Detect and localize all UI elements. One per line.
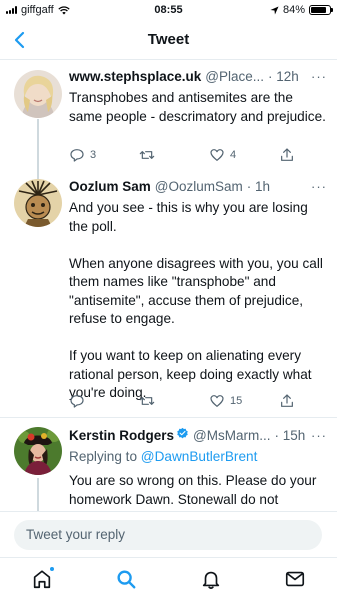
wifi-icon [57,5,70,14]
display-name[interactable]: Oozlum Sam [69,179,151,194]
tweet[interactable]: Oozlum Sam @OozlumSam · 1h ··· And you s… [0,169,337,417]
replying-prefix: Replying to [69,449,138,464]
battery-percent: 84% [282,4,305,16]
tweet-paragraph: When anyone disagrees with you, you call… [69,255,323,327]
status-bar: giffgaff 08:55 84% [0,0,337,20]
reply-button[interactable] [69,393,129,409]
tab-messages[interactable] [284,568,306,590]
retweet-button[interactable] [139,393,199,409]
carrier-label: giffgaff [21,4,54,16]
nav-bar: Tweet [0,20,337,60]
reply-composer: Tweet your reply [0,511,337,557]
timestamp: · 1h [246,179,271,194]
location-arrow-icon [270,5,279,15]
clock: 08:55 [154,4,183,16]
like-button[interactable]: 15 [209,393,269,409]
avatar[interactable] [14,179,62,227]
retweet-button[interactable] [139,147,199,163]
mention-link[interactable]: @DawnButlerBrent [141,449,258,464]
tab-bar [0,557,337,600]
more-options-icon[interactable]: ··· [307,179,327,194]
timestamp: · 15h [274,428,306,443]
page-title: Tweet [147,31,190,48]
tweet-paragraph: You are so wrong on this. Please do your… [69,473,317,511]
tweet-paragraph: Transphobes and antisemites are the same… [69,90,326,124]
reply-input[interactable]: Tweet your reply [14,520,322,550]
reply-count: 3 [90,149,97,161]
tab-home[interactable] [31,566,56,590]
user-handle[interactable]: @MsMarm... [193,428,270,443]
tab-search[interactable] [115,568,137,590]
share-icon [281,148,293,161]
retweet-icon [139,397,155,405]
share-button[interactable] [279,147,297,163]
notification-dot [49,566,56,572]
search-icon [117,570,136,589]
display-name[interactable]: www.stephsplace.uk [69,69,201,84]
replying-to: Replying to @DawnButlerBrent [69,448,327,466]
thread-line [37,169,39,179]
timestamp: · 12h [268,69,299,84]
avatar[interactable] [14,70,62,118]
bell-icon [202,571,219,589]
share-button[interactable] [279,393,297,409]
battery-icon [309,5,333,15]
tab-notifications[interactable] [200,568,222,590]
heart-icon [210,149,224,161]
like-count: 4 [230,149,237,161]
user-handle[interactable]: @Place... [205,69,264,84]
mail-icon [285,571,304,587]
more-options-icon[interactable]: ··· [307,428,327,443]
tweet[interactable]: www.stephsplace.uk @Place... · 12h ··· T… [0,61,337,169]
heart-icon [210,395,224,407]
user-handle[interactable]: @OozlumSam [155,179,243,194]
retweet-icon [139,151,155,159]
tweet-text: You are so wrong on this. Please do your… [69,472,327,511]
tweet[interactable]: Kerstin Rodgers @MsMarm... · 15h ··· Rep… [0,418,337,511]
thread-line [37,478,39,511]
display-name[interactable]: Kerstin Rodgers [69,428,174,443]
tweet-text: Transphobes and antisemites are the same… [69,89,327,126]
like-count: 15 [230,395,243,407]
share-icon [281,394,293,407]
back-chevron-icon[interactable] [8,28,32,52]
more-options-icon[interactable]: ··· [307,69,327,84]
reply-icon [70,149,84,162]
avatar[interactable] [14,427,62,475]
reply-button[interactable]: 3 [69,147,129,163]
thread-line [37,119,39,169]
tweet-paragraph: And you see - this is why you are losing… [69,200,308,234]
signal-icon [6,6,17,14]
like-button[interactable]: 4 [209,147,269,163]
tweet-text: And you see - this is why you are losing… [69,199,327,403]
verified-badge-icon [177,427,188,439]
reply-icon [70,395,84,408]
